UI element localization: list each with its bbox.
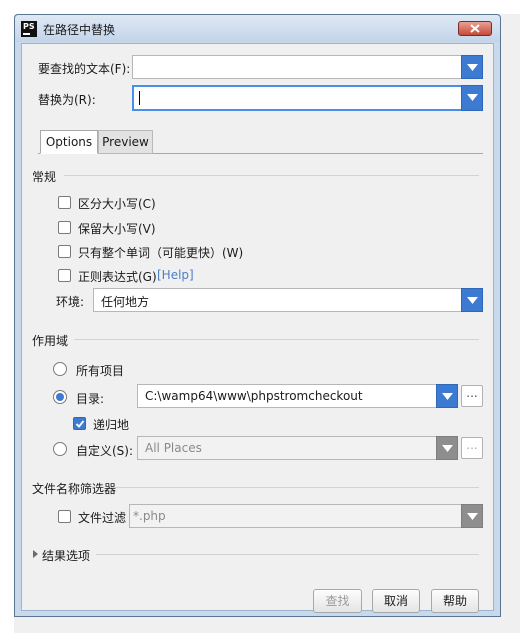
text-cursor [139, 91, 140, 105]
regex-label[interactable]: 正则表达式(G) [78, 268, 157, 285]
custom-scope-dropdown-button[interactable] [436, 436, 458, 460]
browse-directory-button[interactable]: ... [461, 385, 483, 407]
file-mask-value: *.php [133, 509, 166, 523]
tab-preview[interactable]: Preview [98, 130, 153, 154]
close-icon [470, 24, 480, 33]
all-projects-radio[interactable] [53, 362, 67, 376]
tab-options-label: Options [45, 135, 93, 149]
help-button[interactable]: 帮助 [431, 589, 479, 613]
general-header: 常规 [32, 170, 57, 184]
chevron-down-icon [467, 513, 478, 520]
find-combobox[interactable] [132, 55, 483, 79]
match-case-checkbox[interactable] [58, 196, 71, 209]
scope-divider [74, 339, 479, 340]
custom-scope-combobox[interactable]: All Places [137, 436, 458, 460]
custom-scope-radio[interactable] [53, 442, 67, 456]
result-options-divider [96, 554, 479, 555]
logo-text: PS [23, 22, 35, 31]
file-filter-header: 文件名称筛选器 [32, 482, 117, 496]
checkmark-icon [75, 420, 85, 428]
desktop-background-top [0, 0, 520, 14]
directory-label[interactable]: 目录: [76, 390, 104, 407]
browse-directory-label: ... [466, 386, 478, 400]
file-mask-combobox[interactable]: *.php [129, 504, 483, 528]
context-label: 环境: [56, 295, 85, 309]
context-combobox[interactable]: 任何地方 [93, 288, 483, 312]
scope-header: 作用域 [32, 334, 69, 348]
context-value: 任何地方 [101, 295, 150, 309]
cancel-button-label: 取消 [383, 594, 408, 608]
desktop-background-left [0, 0, 14, 633]
find-button-label: 查找 [325, 594, 350, 608]
replace-in-path-dialog: PS 在路径中替换 要查找的文本(F): 替换为(R): Options Pre… [14, 14, 501, 617]
help-button-label: 帮助 [442, 594, 467, 608]
directory-combobox[interactable]: C:\wamp64\www\phpstromcheckout [137, 384, 458, 408]
replace-dropdown-button[interactable] [461, 85, 483, 111]
tab-preview-label: Preview [102, 135, 149, 149]
directory-radio[interactable] [53, 390, 67, 404]
replace-label: 替换为(R): [38, 93, 96, 107]
replace-combobox[interactable] [132, 85, 483, 111]
dialog-content: 要查找的文本(F): 替换为(R): Options Preview 常规 区分… [21, 43, 494, 613]
custom-scope-label[interactable]: 自定义(S): [76, 442, 133, 459]
recursive-label[interactable]: 递归地 [93, 416, 129, 433]
context-dropdown-button[interactable] [461, 288, 483, 312]
result-options-header[interactable]: 结果选项 [42, 547, 90, 564]
match-case-label[interactable]: 区分大小写(C) [78, 195, 156, 212]
find-button[interactable]: 查找 [313, 589, 362, 613]
directory-dropdown-button[interactable] [436, 384, 458, 408]
chevron-down-icon [442, 445, 453, 452]
find-dropdown-button[interactable] [461, 55, 483, 79]
preserve-case-label[interactable]: 保留大小写(V) [78, 220, 156, 237]
file-filter-label[interactable]: 文件过滤 [78, 509, 126, 526]
all-projects-label[interactable]: 所有项目 [76, 362, 124, 379]
browse-scope-label: ... [466, 438, 478, 452]
preserve-case-checkbox[interactable] [58, 221, 71, 234]
result-options-expand-icon[interactable] [33, 550, 38, 558]
find-label: 要查找的文本(F): [38, 62, 131, 76]
file-mask-dropdown-button[interactable] [461, 504, 483, 528]
file-filter-checkbox[interactable] [58, 510, 71, 523]
file-filter-divider [112, 487, 479, 488]
recursive-checkbox[interactable] [73, 417, 86, 430]
chevron-down-icon [467, 297, 478, 304]
cancel-button[interactable]: 取消 [372, 589, 420, 613]
regex-checkbox[interactable] [58, 269, 71, 282]
directory-value[interactable]: C:\wamp64\www\phpstromcheckout [145, 389, 363, 403]
tab-options[interactable]: Options [40, 130, 98, 154]
title-bar[interactable]: PS 在路径中替换 [15, 15, 500, 42]
custom-scope-value: All Places [145, 441, 202, 455]
chevron-down-icon [467, 94, 478, 101]
regex-help-link[interactable]: [Help] [157, 268, 194, 282]
browse-scope-button[interactable]: ... [461, 437, 483, 459]
close-button[interactable] [458, 21, 492, 36]
whole-words-label[interactable]: 只有整个单词（可能更快）(W) [78, 244, 243, 261]
window-title: 在路径中替换 [43, 23, 116, 37]
chevron-down-icon [442, 393, 453, 400]
whole-words-checkbox[interactable] [58, 245, 71, 258]
general-divider [64, 175, 479, 176]
phpstorm-logo-icon: PS [21, 21, 37, 37]
chevron-down-icon [467, 64, 478, 71]
